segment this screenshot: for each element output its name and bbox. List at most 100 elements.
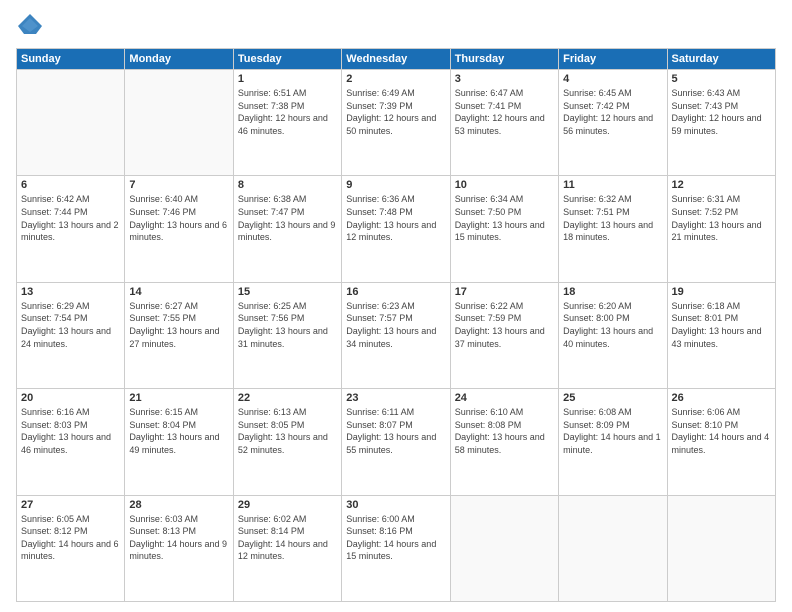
calendar-cell: 21 Sunrise: 6:15 AM Sunset: 8:04 PM Dayli… [125,389,233,495]
day-number: 4 [563,73,662,85]
day-detail: Sunrise: 6:40 AM Sunset: 7:46 PM Dayligh… [129,193,228,243]
calendar-cell: 11 Sunrise: 6:32 AM Sunset: 7:51 PM Dayli… [559,176,667,282]
day-number: 3 [455,73,554,85]
calendar-cell [125,70,233,176]
day-detail: Sunrise: 6:25 AM Sunset: 7:56 PM Dayligh… [238,300,337,350]
day-detail: Sunrise: 6:38 AM Sunset: 7:47 PM Dayligh… [238,193,337,243]
day-detail: Sunrise: 6:43 AM Sunset: 7:43 PM Dayligh… [672,87,771,137]
day-detail: Sunrise: 6:03 AM Sunset: 8:13 PM Dayligh… [129,513,228,563]
day-detail: Sunrise: 6:08 AM Sunset: 8:09 PM Dayligh… [563,406,662,456]
calendar-cell: 5 Sunrise: 6:43 AM Sunset: 7:43 PM Daylig… [667,70,775,176]
day-detail: Sunrise: 6:31 AM Sunset: 7:52 PM Dayligh… [672,193,771,243]
weekday-header-saturday: Saturday [667,49,775,70]
calendar-week-row: 13 Sunrise: 6:29 AM Sunset: 7:54 PM Dayli… [17,282,776,388]
day-number: 23 [346,392,445,404]
calendar-cell: 27Sunrise: 6:05 AM Sunset: 8:12 PM Dayli… [17,495,125,601]
calendar-cell: 12 Sunrise: 6:31 AM Sunset: 7:52 PM Dayli… [667,176,775,282]
day-detail: Sunrise: 6:34 AM Sunset: 7:50 PM Dayligh… [455,193,554,243]
calendar-cell: 7 Sunrise: 6:40 AM Sunset: 7:46 PM Daylig… [125,176,233,282]
day-number: 26 [672,392,771,404]
calendar-cell: 28Sunrise: 6:03 AM Sunset: 8:13 PM Dayli… [125,495,233,601]
calendar-cell: 8Sunrise: 6:38 AM Sunset: 7:47 PM Daylig… [233,176,341,282]
day-number: 17 [455,286,554,298]
day-number: 11 [563,179,662,191]
calendar-cell: 4Sunrise: 6:45 AM Sunset: 7:42 PM Daylig… [559,70,667,176]
calendar-cell [667,495,775,601]
day-detail: Sunrise: 6:22 AM Sunset: 7:59 PM Dayligh… [455,300,554,350]
calendar-week-row: 27Sunrise: 6:05 AM Sunset: 8:12 PM Dayli… [17,495,776,601]
calendar-week-row: 20Sunrise: 6:16 AM Sunset: 8:03 PM Dayli… [17,389,776,495]
day-detail: Sunrise: 6:00 AM Sunset: 8:16 PM Dayligh… [346,513,445,563]
calendar-cell: 26 Sunrise: 6:06 AM Sunset: 8:10 PM Dayli… [667,389,775,495]
logo [16,12,48,40]
calendar-cell: 10Sunrise: 6:34 AM Sunset: 7:50 PM Dayli… [450,176,558,282]
day-detail: Sunrise: 6:18 AM Sunset: 8:01 PM Dayligh… [672,300,771,350]
day-detail: Sunrise: 6:06 AM Sunset: 8:10 PM Dayligh… [672,406,771,456]
day-number: 16 [346,286,445,298]
day-number: 30 [346,499,445,511]
day-number: 12 [672,179,771,191]
calendar-cell: 22Sunrise: 6:13 AM Sunset: 8:05 PM Dayli… [233,389,341,495]
calendar-cell: 17 Sunrise: 6:22 AM Sunset: 7:59 PM Dayli… [450,282,558,388]
weekday-header-thursday: Thursday [450,49,558,70]
calendar-table: SundayMondayTuesdayWednesdayThursdayFrid… [16,48,776,602]
weekday-header-monday: Monday [125,49,233,70]
day-number: 15 [238,286,337,298]
calendar-cell: 16 Sunrise: 6:23 AM Sunset: 7:57 PM Dayli… [342,282,450,388]
day-number: 20 [21,392,120,404]
day-detail: Sunrise: 6:02 AM Sunset: 8:14 PM Dayligh… [238,513,337,563]
day-number: 22 [238,392,337,404]
day-number: 1 [238,73,337,85]
header [16,12,776,40]
day-detail: Sunrise: 6:10 AM Sunset: 8:08 PM Dayligh… [455,406,554,456]
day-detail: Sunrise: 6:20 AM Sunset: 8:00 PM Dayligh… [563,300,662,350]
calendar-cell: 6 Sunrise: 6:42 AM Sunset: 7:44 PM Daylig… [17,176,125,282]
day-number: 18 [563,286,662,298]
day-number: 9 [346,179,445,191]
page: SundayMondayTuesdayWednesdayThursdayFrid… [0,0,792,612]
calendar-week-row: 6 Sunrise: 6:42 AM Sunset: 7:44 PM Daylig… [17,176,776,282]
logo-icon [16,12,44,40]
day-number: 24 [455,392,554,404]
day-number: 13 [21,286,120,298]
calendar-cell [17,70,125,176]
calendar-cell: 19 Sunrise: 6:18 AM Sunset: 8:01 PM Dayli… [667,282,775,388]
calendar-cell: 15 Sunrise: 6:25 AM Sunset: 7:56 PM Dayli… [233,282,341,388]
day-number: 19 [672,286,771,298]
day-detail: Sunrise: 6:47 AM Sunset: 7:41 PM Dayligh… [455,87,554,137]
calendar-cell [559,495,667,601]
weekday-header-tuesday: Tuesday [233,49,341,70]
day-number: 14 [129,286,228,298]
calendar-cell: 18 Sunrise: 6:20 AM Sunset: 8:00 PM Dayli… [559,282,667,388]
day-detail: Sunrise: 6:11 AM Sunset: 8:07 PM Dayligh… [346,406,445,456]
day-number: 7 [129,179,228,191]
calendar-cell: 13 Sunrise: 6:29 AM Sunset: 7:54 PM Dayli… [17,282,125,388]
day-number: 6 [21,179,120,191]
calendar-cell: 14 Sunrise: 6:27 AM Sunset: 7:55 PM Dayli… [125,282,233,388]
day-detail: Sunrise: 6:23 AM Sunset: 7:57 PM Dayligh… [346,300,445,350]
calendar-cell: 25Sunrise: 6:08 AM Sunset: 8:09 PM Dayli… [559,389,667,495]
calendar-cell: 2 Sunrise: 6:49 AM Sunset: 7:39 PM Daylig… [342,70,450,176]
day-detail: Sunrise: 6:15 AM Sunset: 8:04 PM Dayligh… [129,406,228,456]
day-number: 27 [21,499,120,511]
calendar-cell: 20Sunrise: 6:16 AM Sunset: 8:03 PM Dayli… [17,389,125,495]
weekday-header-wednesday: Wednesday [342,49,450,70]
weekday-header-friday: Friday [559,49,667,70]
calendar-cell [450,495,558,601]
calendar-cell: 29 Sunrise: 6:02 AM Sunset: 8:14 PM Dayli… [233,495,341,601]
calendar-cell: 1Sunrise: 6:51 AM Sunset: 7:38 PM Daylig… [233,70,341,176]
day-number: 2 [346,73,445,85]
day-detail: Sunrise: 6:42 AM Sunset: 7:44 PM Dayligh… [21,193,120,243]
calendar-cell: 24 Sunrise: 6:10 AM Sunset: 8:08 PM Dayli… [450,389,558,495]
day-number: 29 [238,499,337,511]
day-detail: Sunrise: 6:49 AM Sunset: 7:39 PM Dayligh… [346,87,445,137]
day-detail: Sunrise: 6:27 AM Sunset: 7:55 PM Dayligh… [129,300,228,350]
day-number: 5 [672,73,771,85]
calendar-week-row: 1Sunrise: 6:51 AM Sunset: 7:38 PM Daylig… [17,70,776,176]
calendar-cell: 30 Sunrise: 6:00 AM Sunset: 8:16 PM Dayli… [342,495,450,601]
calendar-cell: 23 Sunrise: 6:11 AM Sunset: 8:07 PM Dayli… [342,389,450,495]
day-number: 21 [129,392,228,404]
day-detail: Sunrise: 6:32 AM Sunset: 7:51 PM Dayligh… [563,193,662,243]
day-detail: Sunrise: 6:29 AM Sunset: 7:54 PM Dayligh… [21,300,120,350]
calendar-cell: 3 Sunrise: 6:47 AM Sunset: 7:41 PM Daylig… [450,70,558,176]
